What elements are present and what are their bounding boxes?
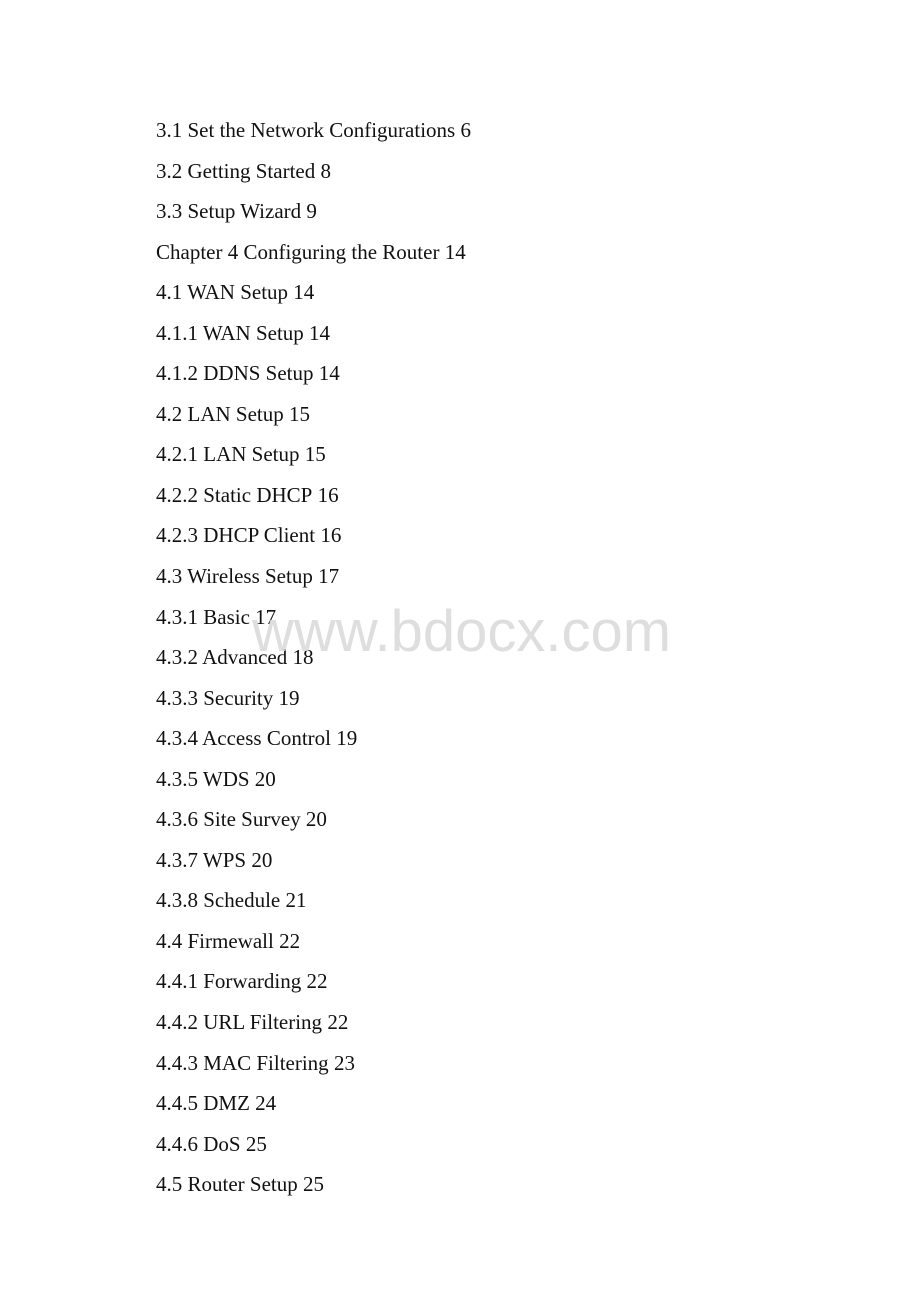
toc-entry: 4.4.2 URL Filtering 22: [156, 1002, 471, 1043]
toc-entry: 4.4 Firmewall 22: [156, 921, 471, 962]
toc-entry-page-number: 16: [320, 523, 342, 548]
toc-entry: 4.2.3 DHCP Client 16: [156, 515, 471, 556]
toc-entry-title: 4.3.2 Advanced: [156, 645, 288, 670]
toc-entry-page-number: 20: [254, 766, 276, 791]
toc-entry: 3.1 Set the Network Configurations 6: [156, 110, 471, 151]
toc-entry-page-number: 19: [278, 685, 300, 710]
toc-entry-page-number: 14: [309, 320, 331, 345]
toc-entry-title: 4.1.2 DDNS Setup: [156, 361, 314, 386]
toc-entry-page-number: 17: [318, 564, 340, 589]
toc-entry: 4.3.3 Security 19: [156, 678, 471, 719]
toc-entry: 4.1.2 DDNS Setup 14: [156, 353, 471, 394]
toc-entry: 4.4.3 MAC Filtering 23: [156, 1043, 471, 1084]
toc-entry: 3.2 Getting Started 8: [156, 151, 471, 192]
toc-entry-title: 4.3.5 WDS: [156, 766, 250, 791]
toc-entry-page-number: 24: [255, 1091, 277, 1116]
toc-entry-title: 4.3.1 Basic: [156, 604, 250, 629]
toc-entry-title: 4.3 Wireless Setup: [156, 564, 313, 589]
toc-entry: 4.4.1 Forwarding 22: [156, 961, 471, 1002]
toc-entry-title: 4.2.3 DHCP Client: [156, 523, 316, 548]
toc-entry-title: 4.2 LAN Setup: [156, 401, 284, 426]
toc-entry-page-number: 6: [460, 118, 471, 142]
toc-entry-page-number: 22: [279, 928, 301, 953]
toc-entry-page-number: 15: [304, 442, 326, 467]
toc-entry-page-number: 9: [306, 199, 317, 224]
toc-entry-title: 4.3.6 Site Survey: [156, 807, 301, 832]
toc-entry-title: 4.4 Firmewall: [156, 928, 274, 953]
toc-entry-page-number: 14: [293, 280, 315, 305]
toc-entry-page-number: 15: [289, 401, 310, 426]
toc-entry: 4.4.6 DoS 25: [156, 1124, 471, 1165]
toc-entry: 4.3.1 Basic 17: [156, 597, 471, 638]
toc-entry: 4.3 Wireless Setup 17: [156, 556, 471, 597]
toc-entry: 4.3.5 WDS 20: [156, 759, 471, 800]
toc-entry-page-number: 14: [318, 361, 340, 386]
toc-entry-page-number: 17: [255, 604, 277, 629]
toc-entry-page-number: 22: [306, 969, 328, 994]
toc-entry: 4.2.2 Static DHCP 16: [156, 475, 471, 516]
toc-entry-page-number: 19: [336, 726, 358, 751]
toc-entry: 4.3.6 Site Survey 20: [156, 799, 471, 840]
toc-entry-page-number: 22: [327, 1010, 349, 1035]
toc-entry-title: 4.2.1 LAN Setup: [156, 442, 300, 467]
toc-entry: Chapter 4 Configuring the Router 14: [156, 232, 471, 273]
toc-entry-page-number: 16: [317, 482, 339, 507]
toc-entry-title: 4.3.7 WPS: [156, 847, 247, 872]
toc-entry-page-number: 25: [245, 1131, 267, 1156]
toc-entry-title: Chapter 4 Configuring the Router: [156, 239, 440, 264]
toc-entry: 4.3.4 Access Control 19: [156, 718, 471, 759]
toc-entry-title: 4.4.2 URL Filtering: [156, 1010, 323, 1035]
toc-entry-page-number: 20: [305, 807, 327, 832]
toc-entry-page-number: 25: [303, 1172, 324, 1197]
toc-entry: 4.5 Router Setup 25: [156, 1164, 471, 1205]
toc-entry-title: 4.4.3 MAC Filtering: [156, 1050, 329, 1075]
toc-entry-page-number: 14: [444, 239, 466, 264]
toc-entry-page-number: 23: [333, 1050, 355, 1075]
toc-entry-title: 4.4.1 Forwarding: [156, 969, 302, 994]
toc-entry: 4.2.1 LAN Setup 15: [156, 434, 471, 475]
toc-entry: 4.4.5 DMZ 24: [156, 1083, 471, 1124]
toc-entry-title: 4.3.8 Schedule: [156, 888, 281, 913]
toc-entry: 4.3.2 Advanced 18: [156, 637, 471, 678]
toc-entry-title: 3.3 Setup Wizard: [156, 199, 302, 224]
toc-entry-page-number: 20: [251, 847, 273, 872]
toc-entry-page-number: 21: [285, 888, 307, 913]
toc-entry-page-number: 18: [292, 645, 314, 670]
toc-entry-title: 4.5 Router Setup: [156, 1172, 298, 1197]
toc-entry: 4.3.7 WPS 20: [156, 840, 471, 881]
toc-entry-page-number: 8: [320, 158, 331, 183]
toc-entry-title: 4.3.4 Access Control: [156, 726, 331, 751]
toc-entry-title: 3.2 Getting Started: [156, 158, 316, 183]
toc-entry: 4.1 WAN Setup 14: [156, 272, 471, 313]
toc-entry: 4.1.1 WAN Setup 14: [156, 313, 471, 354]
toc-entry-title: 4.1 WAN Setup: [156, 280, 289, 305]
toc-entry: 4.2 LAN Setup 15: [156, 394, 471, 435]
toc-entry-title: 4.4.6 DoS: [156, 1131, 241, 1156]
table-of-contents: 3.1 Set the Network Configurations 6 3.2 G…: [156, 110, 471, 1205]
toc-entry: 4.3.8 Schedule 21: [156, 880, 471, 921]
toc-entry-title: 3.1 Set the Network Configurations: [156, 118, 456, 142]
toc-entry-title: 4.1.1 WAN Setup: [156, 320, 304, 345]
toc-entry-title: 4.2.2 Static DHCP: [156, 482, 313, 507]
toc-entry: 3.3 Setup Wizard 9: [156, 191, 471, 232]
toc-entry-title: 4.4.5 DMZ: [156, 1091, 250, 1116]
toc-entry-title: 4.3.3 Security: [156, 685, 274, 710]
